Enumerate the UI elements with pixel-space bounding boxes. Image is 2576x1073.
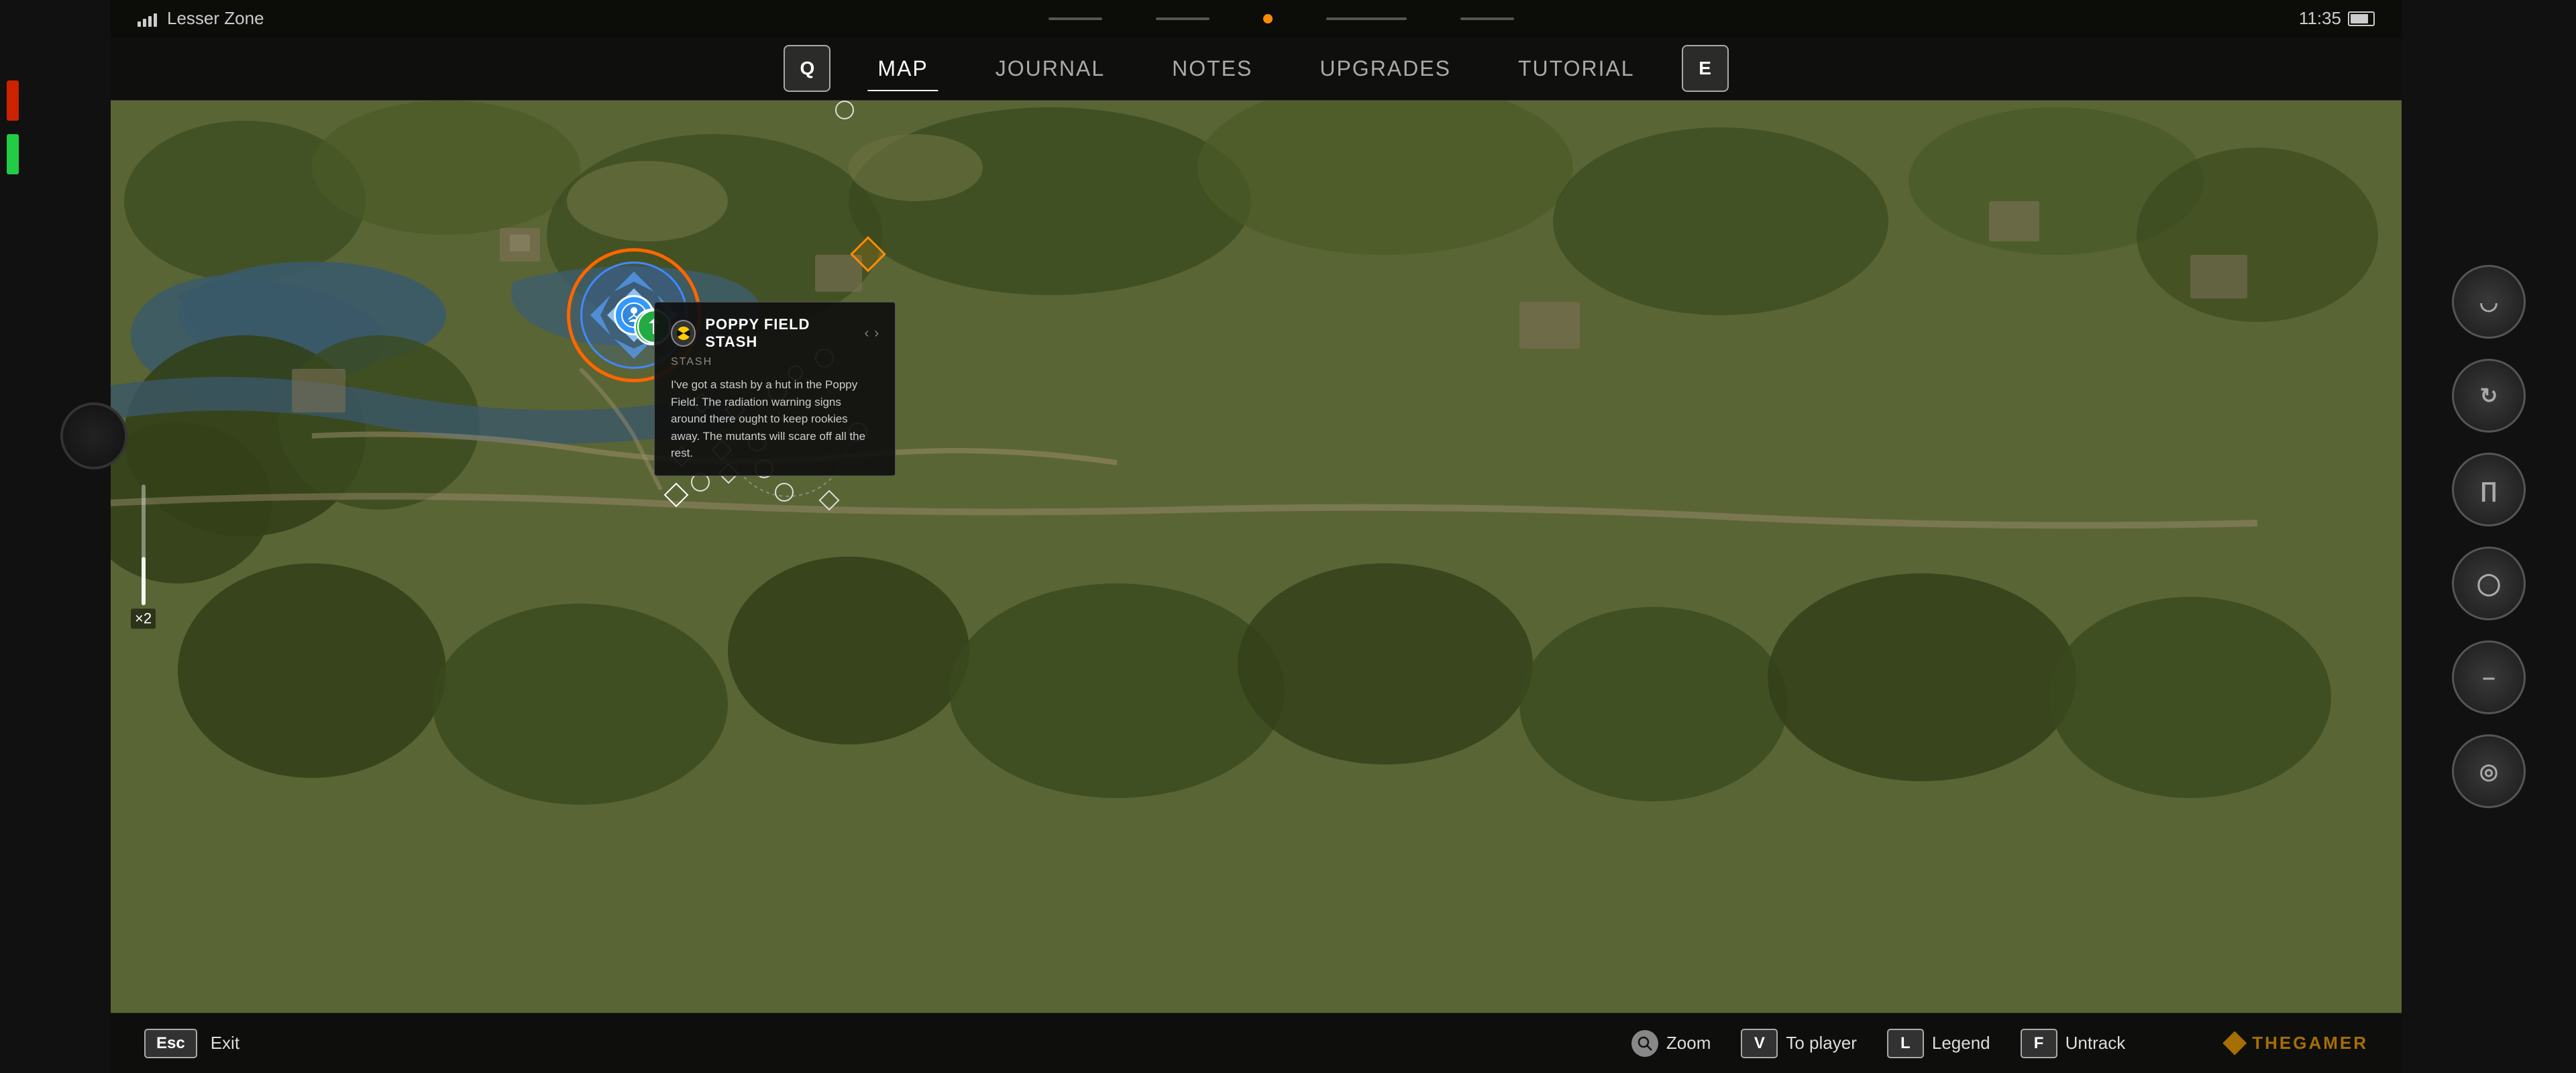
zoom-bar-fill [142, 557, 146, 606]
tab-tutorial[interactable]: Tutorial [1485, 50, 1668, 88]
tab-upgrades-label: Upgrades [1320, 56, 1451, 80]
nav-bar: Q Map Journal Notes Upgrades Tutorial E [111, 37, 2402, 101]
zoom-icon [1631, 1030, 1658, 1057]
f-key[interactable]: F [2021, 1029, 2057, 1058]
right-panel: ◡ ↻ ∏ ◯ ⎯ ◎ [2402, 0, 2576, 1073]
v-key[interactable]: V [1741, 1029, 1778, 1058]
marker-13 [667, 486, 685, 504]
tab-journal-label: Journal [996, 56, 1105, 80]
brand-logo: THEGAMER [2222, 1031, 2368, 1056]
red-indicator [7, 80, 19, 121]
side-button-j-label: ↻ [2480, 383, 2498, 408]
to-player-control-group: V To player [1741, 1029, 1874, 1058]
stash-tooltip: POPPY FIELD STASH ‹ › STASH I've got a s… [654, 302, 896, 476]
marker-16 [822, 493, 837, 508]
tab-upgrades[interactable]: Upgrades [1286, 50, 1485, 88]
left-panel [0, 0, 111, 1073]
radiation-icon [671, 320, 696, 347]
terrain-svg [111, 101, 2402, 1013]
to-player-label: To player [1786, 1033, 1857, 1054]
e-key-button[interactable]: E [1682, 45, 1729, 92]
q-key-button[interactable]: Q [784, 45, 830, 92]
side-button-j[interactable]: ↻ [2452, 359, 2526, 433]
side-button-m[interactable]: ∏ [2452, 453, 2526, 526]
status-right: 11:35 [2299, 8, 2375, 29]
battery-icon [2348, 11, 2375, 26]
bottom-right-controls: Zoom V To player L Legend F Untrack [1631, 1029, 2368, 1058]
green-indicator [7, 134, 19, 174]
q-key-label: Q [800, 58, 815, 79]
time-display: 11:35 [2299, 8, 2341, 29]
dash-mid-left [1156, 17, 1210, 20]
zoom-control-group: Zoom [1631, 1030, 1727, 1057]
zoom-level: ×2 [131, 609, 156, 629]
l-key[interactable]: L [1887, 1029, 1924, 1058]
esc-key-label: Esc [156, 1034, 185, 1053]
zoom-bar [142, 485, 146, 606]
side-button-o[interactable]: ◯ [2452, 547, 2526, 620]
tab-map-label: Map [877, 56, 928, 80]
side-button-c-label: ◡ [2479, 289, 2498, 315]
side-button-m-label: ∏ [2480, 477, 2498, 502]
esc-key[interactable]: Esc [144, 1029, 197, 1058]
exit-label: Exit [211, 1033, 239, 1054]
bottom-left-controls: Esc Exit [144, 1029, 256, 1058]
lens-decoration [60, 402, 127, 469]
bottom-bar: Esc Exit Zoom V To player [111, 1013, 2402, 1073]
f-key-label: F [2034, 1034, 2044, 1053]
status-bar: Lesser Zone 11:35 [111, 0, 2402, 37]
dash-mid-right [1326, 17, 1407, 20]
game-window: Lesser Zone 11:35 Q Map Journal Notes [111, 0, 2402, 1073]
side-button-s[interactable]: ◎ [2452, 734, 2526, 808]
zoom-indicator: ×2 [131, 485, 156, 629]
map-background: ×2 [111, 101, 2402, 1013]
notification-dot [1263, 14, 1273, 23]
side-button-s-label: ◎ [2479, 758, 2498, 784]
tooltip-title: POPPY FIELD STASH [705, 316, 855, 351]
status-left: Lesser Zone [138, 8, 264, 29]
signal-bars-icon [138, 11, 157, 27]
tooltip-subtitle: STASH [671, 356, 879, 368]
marker-15 [835, 101, 854, 119]
l-key-label: L [1900, 1034, 1911, 1053]
e-key-label: E [1699, 58, 1711, 79]
zoom-label: Zoom [1666, 1033, 1711, 1054]
brand-name: THEGAMER [2252, 1033, 2368, 1054]
legend-label: Legend [1932, 1033, 1990, 1054]
zone-label: Lesser Zone [167, 8, 264, 29]
map-area[interactable]: ×2 [111, 101, 2402, 1013]
side-button-i-label: ⎯ [2483, 665, 2494, 690]
status-center [1049, 14, 1514, 23]
battery-fill [2351, 14, 2368, 23]
side-button-c[interactable]: ◡ [2452, 265, 2526, 339]
brand-diamond-icon [2222, 1031, 2247, 1056]
dash-left [1049, 17, 1102, 20]
tooltip-header: POPPY FIELD STASH ‹ › [671, 316, 879, 351]
tab-notes-label: Notes [1172, 56, 1252, 80]
dash-right [1460, 17, 1514, 20]
side-button-i[interactable]: ⎯ [2452, 640, 2526, 714]
untrack-label: Untrack [2065, 1033, 2126, 1054]
tooltip-body: I've got a stash by a hut in the Poppy F… [671, 376, 879, 462]
tab-map[interactable]: Map [844, 50, 961, 88]
tab-notes[interactable]: Notes [1138, 50, 1286, 88]
orange-diamond-marker [855, 241, 881, 267]
legend-control-group: L Legend [1887, 1029, 2007, 1058]
v-key-label: V [1754, 1034, 1765, 1053]
tab-tutorial-label: Tutorial [1518, 56, 1635, 80]
side-button-o-label: ◯ [2477, 571, 2501, 596]
tab-journal[interactable]: Journal [962, 50, 1138, 88]
marker-14 [775, 483, 794, 502]
untrack-control-group: F Untrack [2021, 1029, 2143, 1058]
